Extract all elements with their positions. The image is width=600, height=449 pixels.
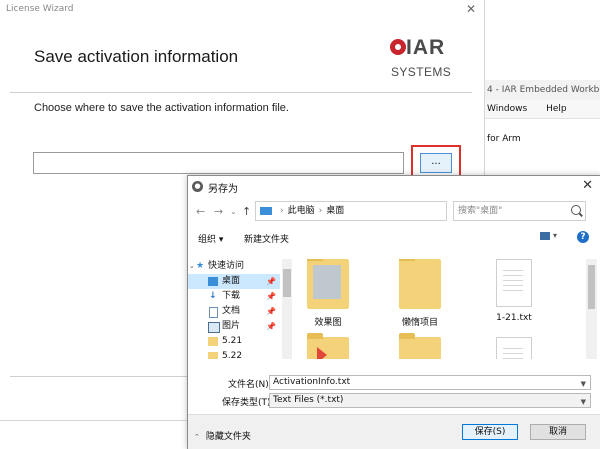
filetype-label: 保存类型(T):: [222, 398, 274, 408]
help-icon[interactable]: ?: [577, 231, 589, 243]
media-thumbnail-icon: [317, 347, 327, 359]
up-arrow-icon[interactable]: ↑: [242, 205, 251, 218]
folder-icon: [307, 259, 349, 309]
file-item[interactable]: 懒惰项目: [390, 259, 450, 328]
star-icon: ★: [196, 261, 205, 271]
view-mode-icon[interactable]: [540, 232, 550, 240]
file-list-scrollbar[interactable]: [586, 259, 597, 359]
search-placeholder: 搜索"桌面": [458, 206, 503, 216]
breadcrumb-this-pc[interactable]: 此电脑: [288, 206, 315, 216]
picture-icon: [208, 322, 220, 333]
download-icon: ↓: [209, 291, 217, 301]
tree-item-quick-access[interactable]: ⌄ ★ 快速访问: [188, 259, 280, 274]
file-list-scroll-thumb[interactable]: [588, 265, 595, 309]
dialog-titlebar: ● 另存为 ✕: [188, 176, 600, 198]
file-item[interactable]: [390, 333, 450, 359]
file-item[interactable]: [298, 333, 358, 359]
tree-item-downloads[interactable]: ↓ 下载 📌: [188, 289, 280, 304]
tree-item-documents[interactable]: 文档 📌: [188, 304, 280, 319]
tree-item-pictures[interactable]: 图片 📌: [188, 319, 280, 334]
file-item[interactable]: 1-21.txt: [484, 259, 544, 323]
chevron-down-icon[interactable]: ▼: [581, 378, 586, 391]
workbench-title: 4 - IAR Embedded Workbenc: [485, 80, 600, 100]
wizard-prompt: Choose where to save the activation info…: [34, 102, 289, 114]
navigation-tree: ⌄ ★ 快速访问 桌面 📌 ↓ 下载 📌 文档 📌 图片 📌 5.21 5.22: [188, 259, 288, 359]
chevron-up-icon: ⌃: [194, 433, 200, 441]
folder-icon: [307, 333, 349, 359]
dialog-title: 另存为: [208, 184, 238, 195]
save-path-input[interactable]: [33, 152, 404, 174]
workbench-subtitle: for Arm: [487, 134, 521, 144]
tree-scrollbar[interactable]: [282, 259, 292, 359]
folder-icon: [208, 352, 218, 359]
tree-item-folder-5-21[interactable]: 5.21: [188, 334, 280, 349]
menu-windows[interactable]: Windows: [487, 104, 527, 114]
dialog-footer: ⌃ 隐藏文件夹 保存(S) 取消: [188, 414, 600, 449]
logo-brand-text: IAR: [406, 36, 446, 59]
search-input[interactable]: 搜索"桌面": [453, 201, 586, 221]
desktop-icon: [208, 277, 218, 286]
image-thumbnail: [313, 265, 341, 299]
organize-menu-button[interactable]: 组织 ▾: [198, 232, 223, 245]
save-as-dialog: ● 另存为 ✕ ← → ⌄ ↑ ›此电脑›桌面 ↻ 搜索"桌面" 组织 ▾ 新建…: [187, 175, 600, 449]
logo-sub-text: SYSTEMS: [391, 65, 452, 79]
filename-input[interactable]: ActivationInfo.txt ▼: [269, 375, 591, 390]
dialog-close-icon[interactable]: ✕: [582, 178, 593, 193]
text-file-icon: [496, 259, 532, 307]
tree-item-folder-5-22[interactable]: 5.22: [188, 349, 280, 359]
file-item[interactable]: [484, 337, 544, 359]
new-folder-button[interactable]: 新建文件夹: [244, 232, 289, 245]
page-title: Save activation information: [34, 47, 239, 66]
browse-button[interactable]: ...: [420, 153, 452, 173]
back-arrow-icon[interactable]: ←: [196, 205, 205, 218]
computer-icon: [260, 206, 272, 215]
forward-arrow-icon[interactable]: →: [214, 205, 223, 218]
recent-dropdown-icon[interactable]: ⌄: [230, 207, 237, 216]
folder-icon: [399, 333, 441, 359]
menu-help[interactable]: Help: [546, 104, 567, 114]
iar-logo: IAR SYSTEMS: [388, 34, 458, 82]
address-bar[interactable]: ›此电脑›桌面 ↻: [255, 201, 499, 221]
hide-folders-toggle[interactable]: ⌃ 隐藏文件夹: [194, 429, 251, 442]
pin-icon: 📌: [266, 277, 276, 286]
file-item[interactable]: 效果图: [298, 259, 358, 328]
document-icon: [209, 307, 218, 318]
header-divider: [10, 92, 472, 93]
pin-icon: 📌: [266, 292, 276, 301]
expand-chevron-icon[interactable]: ⌄: [189, 259, 195, 274]
tree-scroll-thumb[interactable]: [283, 269, 291, 297]
chevron-right-icon: ›: [318, 206, 323, 216]
filename-label: 文件名(N):: [228, 380, 272, 390]
breadcrumb-desktop[interactable]: 桌面: [326, 206, 344, 216]
wizard-window-title: License Wizard: [6, 4, 74, 14]
tree-item-desktop[interactable]: 桌面 📌: [188, 274, 280, 289]
dialog-app-icon: ●: [192, 181, 203, 192]
view-dropdown-icon[interactable]: ▾: [553, 231, 557, 240]
cancel-button[interactable]: 取消: [530, 424, 586, 440]
chevron-right-icon: ›: [280, 206, 284, 216]
chevron-down-icon: ▼: [580, 398, 586, 406]
pin-icon: 📌: [266, 322, 276, 331]
save-button[interactable]: 保存(S): [462, 424, 518, 440]
workbench-menubar: Windows Help: [485, 100, 600, 119]
folder-icon: [399, 259, 441, 309]
file-list: 效果图 懒惰项目 1-21.txt: [294, 259, 587, 359]
folder-icon: [208, 337, 218, 346]
search-icon: [571, 205, 581, 215]
dialog-navbar: ← → ⌄ ↑ ›此电脑›桌面 ↻ 搜索"桌面": [188, 200, 600, 224]
dialog-toolbar: 组织 ▾ 新建文件夹 ▾ ?: [188, 228, 600, 248]
logo-mark-icon: [390, 39, 406, 55]
filetype-select[interactable]: Text Files (*.txt) ▼: [269, 393, 591, 408]
wizard-close-icon[interactable]: ✕: [466, 2, 476, 16]
pin-icon: 📌: [266, 307, 276, 316]
text-file-icon: [496, 337, 532, 359]
